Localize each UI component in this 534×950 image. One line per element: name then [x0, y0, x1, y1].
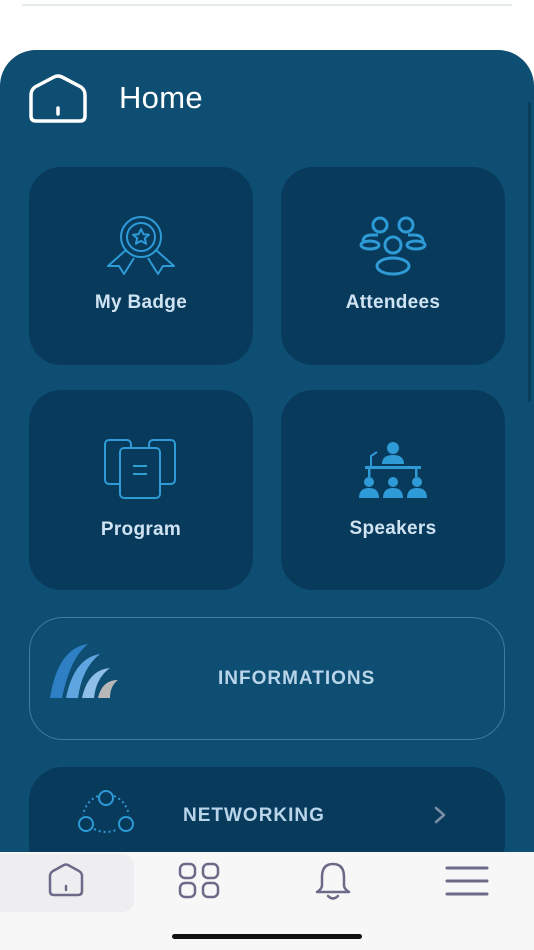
program-icon [104, 439, 176, 499]
menu-icon [445, 866, 489, 896]
chevron-right-icon [434, 806, 446, 824]
tile-label: Attendees [345, 292, 441, 313]
home-icon [48, 863, 84, 897]
tile-attendees[interactable]: Attendees [281, 167, 505, 365]
app-logo [50, 644, 118, 698]
network-icon [78, 790, 134, 833]
tab-notifications[interactable] [313, 860, 353, 907]
tile-my-badge[interactable]: My Badge [29, 167, 253, 365]
informations-label: INFORMATIONS [218, 668, 376, 689]
tile-label: Program [100, 519, 182, 540]
bell-icon [315, 862, 351, 900]
top-divider [22, 4, 512, 6]
attendees-icon [359, 216, 427, 276]
tab-menu[interactable] [444, 864, 490, 903]
tile-label: Speakers [349, 518, 437, 539]
home-indicator [172, 934, 362, 939]
tile-speakers[interactable]: Speakers [281, 390, 505, 590]
home-panel: Home My Badge Attendees Program Speakers… [0, 50, 534, 870]
tab-home[interactable] [46, 860, 86, 905]
tile-program[interactable]: Program [29, 390, 253, 590]
informations-button[interactable]: INFORMATIONS [29, 617, 505, 740]
tile-label: My Badge [94, 292, 188, 313]
networking-label: NETWORKING [183, 805, 325, 826]
scrollbar[interactable] [528, 102, 531, 402]
grid-icon [178, 862, 220, 899]
badge-icon [107, 216, 175, 275]
speakers-icon [359, 442, 427, 498]
page-title: Home [119, 80, 203, 115]
home-icon [29, 74, 87, 123]
tab-apps[interactable] [178, 862, 222, 905]
